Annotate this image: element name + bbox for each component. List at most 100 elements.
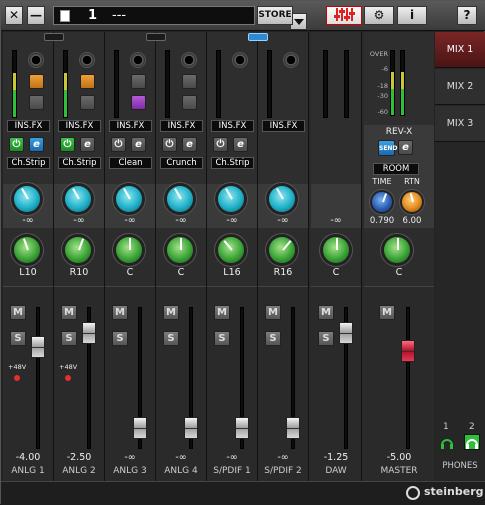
channel-fader[interactable] bbox=[286, 417, 300, 440]
mix-tabs-panel: MIX 1 MIX 2 MIX 3 1 2 PHONES bbox=[435, 32, 485, 481]
phase-button[interactable] bbox=[80, 95, 95, 110]
input-jack-icon bbox=[181, 52, 197, 68]
store-button[interactable]: STORE bbox=[257, 6, 293, 25]
master-fader[interactable] bbox=[401, 340, 415, 362]
phase-button[interactable] bbox=[182, 95, 197, 110]
stereo-link-button[interactable] bbox=[44, 33, 64, 41]
solo-button[interactable]: S bbox=[318, 331, 334, 346]
fx-power-button[interactable]: ⏻ bbox=[111, 137, 126, 152]
meter-scale-label: -60 bbox=[377, 108, 388, 116]
knob-pointer bbox=[409, 193, 414, 203]
solo-button[interactable]: S bbox=[112, 331, 128, 346]
solo-button[interactable]: S bbox=[10, 331, 26, 346]
fx-power-button[interactable]: ⏻ bbox=[162, 137, 177, 152]
solo-button[interactable]: S bbox=[214, 331, 230, 346]
edit-icon: e bbox=[186, 139, 193, 150]
mute-button[interactable]: M bbox=[10, 305, 26, 320]
fx-power-button[interactable]: ⏻ bbox=[9, 137, 24, 152]
headphones-2-button[interactable] bbox=[464, 434, 480, 450]
send-knob[interactable] bbox=[269, 186, 295, 212]
reverb-return-knob[interactable] bbox=[402, 192, 422, 212]
reverb-return-label: RTN bbox=[404, 177, 420, 186]
send-value: -∞ bbox=[22, 215, 34, 226]
help-button[interactable]: ? bbox=[457, 6, 477, 25]
stereo-link-button[interactable] bbox=[146, 33, 166, 41]
pan-knob[interactable] bbox=[167, 237, 193, 263]
meter-level-mid bbox=[64, 72, 67, 90]
mute-button[interactable]: M bbox=[318, 305, 334, 320]
send-knob[interactable] bbox=[167, 186, 193, 212]
hpf-button[interactable] bbox=[131, 74, 146, 89]
mute-button[interactable]: M bbox=[379, 305, 395, 320]
solo-button[interactable]: S bbox=[265, 331, 281, 346]
fx-edit-button[interactable]: e bbox=[182, 137, 197, 152]
tab-mix-3[interactable]: MIX 3 bbox=[435, 106, 485, 142]
stereo-link-button[interactable] bbox=[248, 33, 268, 41]
hpf-button[interactable] bbox=[182, 74, 197, 89]
mute-button[interactable]: M bbox=[112, 305, 128, 320]
fx-edit-button[interactable]: e bbox=[29, 137, 44, 152]
phase-button[interactable] bbox=[29, 95, 44, 110]
send-knob[interactable] bbox=[14, 186, 40, 212]
meter-scale-label: -18 bbox=[377, 82, 388, 90]
pan-knob[interactable] bbox=[269, 237, 295, 263]
phantom-led[interactable] bbox=[65, 375, 71, 381]
pan-knob[interactable] bbox=[218, 237, 244, 263]
brand-label: steinberg bbox=[424, 485, 484, 498]
fx-power-button[interactable]: ⏻ bbox=[60, 137, 75, 152]
pan-value: C bbox=[395, 267, 403, 278]
hpf-button[interactable] bbox=[29, 74, 44, 89]
headphones-icon[interactable] bbox=[440, 435, 454, 449]
preset-number: 1 bbox=[88, 8, 98, 23]
pan-knob[interactable] bbox=[65, 237, 91, 263]
tab-mix-2[interactable]: MIX 2 bbox=[435, 69, 485, 105]
mixer-view-button[interactable] bbox=[326, 6, 362, 25]
pan-knob[interactable] bbox=[323, 237, 349, 263]
settings-button[interactable]: ⚙ bbox=[364, 6, 394, 25]
mute-button[interactable]: M bbox=[61, 305, 77, 320]
reverb-send-button[interactable]: SEND bbox=[378, 140, 397, 156]
tab-mix-1[interactable]: MIX 1 bbox=[435, 32, 485, 68]
fx-edit-button[interactable]: e bbox=[233, 137, 248, 152]
channel-name: S/PDIF 2 bbox=[264, 466, 302, 476]
master-pan-knob[interactable] bbox=[384, 237, 410, 263]
fader-value: -4.00 bbox=[15, 452, 41, 463]
send-knob[interactable] bbox=[116, 186, 142, 212]
phantom-led[interactable] bbox=[14, 375, 20, 381]
fx-power-button[interactable]: ⏻ bbox=[213, 137, 228, 152]
phones-ch1-label: 1 bbox=[443, 422, 449, 432]
mute-button[interactable]: M bbox=[265, 305, 281, 320]
send-knob[interactable] bbox=[65, 186, 91, 212]
channel-fader[interactable] bbox=[339, 322, 353, 344]
close-button[interactable]: ✕ bbox=[5, 6, 23, 25]
meter-level-mid bbox=[401, 72, 404, 89]
send-knob[interactable] bbox=[218, 186, 244, 212]
master-meter-right bbox=[400, 50, 405, 116]
pan-value: R16 bbox=[273, 267, 293, 278]
channel-fader[interactable] bbox=[184, 417, 198, 440]
channel-fader[interactable] bbox=[235, 417, 249, 440]
fx-edit-button[interactable]: e bbox=[131, 137, 146, 152]
mute-button[interactable]: M bbox=[163, 305, 179, 320]
fx-edit-button[interactable]: e bbox=[80, 137, 95, 152]
reverb-edit-button[interactable]: e bbox=[398, 140, 413, 155]
channel-strip-4: INS.FX ⏻ e Crunch -∞ C M S -∞ ANLG 4 bbox=[146, 32, 207, 481]
channel-fader[interactable] bbox=[133, 417, 147, 440]
master-meter-left bbox=[390, 50, 395, 116]
meter-level bbox=[64, 89, 67, 117]
knob-pointer bbox=[282, 240, 292, 251]
solo-button[interactable]: S bbox=[61, 331, 77, 346]
info-button[interactable]: i bbox=[397, 6, 427, 25]
pan-knob[interactable] bbox=[116, 237, 142, 263]
preset-selector[interactable]: 1 --- bbox=[53, 6, 307, 30]
minimize-button[interactable]: — bbox=[27, 6, 45, 25]
mute-button[interactable]: M bbox=[214, 305, 230, 320]
pan-knob[interactable] bbox=[14, 237, 40, 263]
channel-fader[interactable] bbox=[31, 335, 45, 358]
phase-button[interactable] bbox=[131, 95, 146, 110]
solo-button[interactable]: S bbox=[163, 331, 179, 346]
channel-fader[interactable] bbox=[82, 322, 96, 345]
reverb-time-knob[interactable] bbox=[372, 192, 392, 212]
knob-pointer bbox=[223, 240, 233, 251]
hpf-button[interactable] bbox=[80, 74, 95, 89]
